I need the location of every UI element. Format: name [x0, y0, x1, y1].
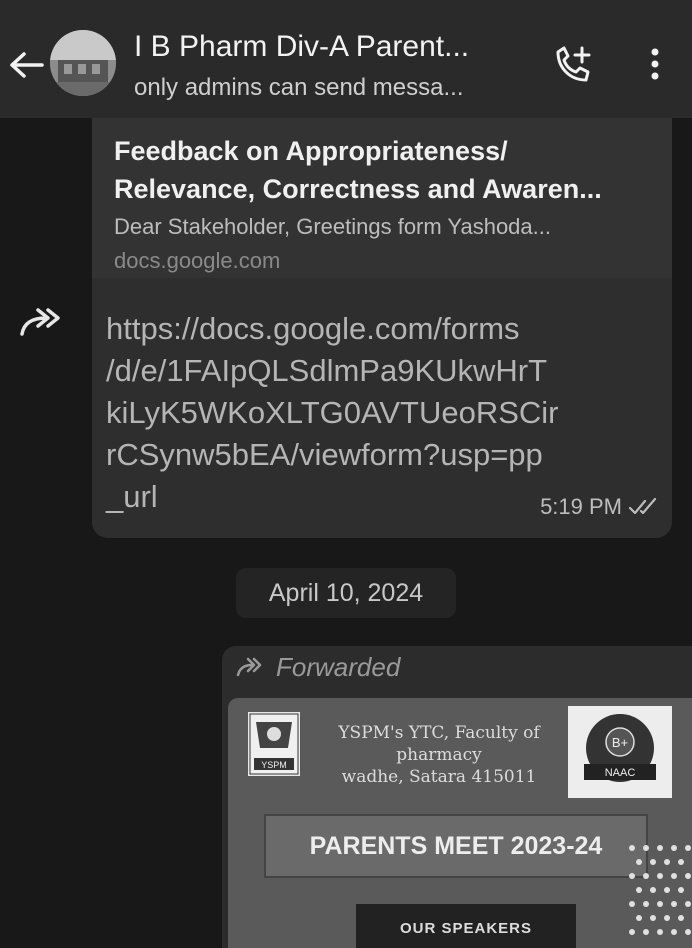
group-avatar[interactable] — [50, 30, 116, 96]
preview-title: Feedback on Appropriateness/ Relevance, … — [114, 132, 664, 208]
flyer-org-line: YSPM's YTC, Faculty of — [338, 723, 540, 743]
arrow-left-icon[interactable] — [8, 50, 44, 80]
chat-title[interactable]: I B Pharm Div-A Parent... — [134, 30, 469, 64]
preview-description: Dear Stakeholder, Greetings form Yashoda… — [114, 214, 551, 239]
forwarded-icon — [236, 657, 262, 676]
message-link[interactable]: https://docs.google.com/forms /d/e/1FAIp… — [106, 308, 626, 518]
message-bubble[interactable]: Feedback on Appropriateness/ Relevance, … — [92, 118, 672, 538]
flyer-org-line: pharmacy — [396, 745, 482, 765]
more-vert-icon[interactable] — [640, 44, 670, 84]
double-check-icon — [628, 497, 657, 515]
flyer-speakers-banner: OUR SPEAKERS — [356, 904, 576, 948]
yspm-logo-icon: YSPM — [248, 712, 300, 776]
link-line: kiLyK5WKoXLTG0AVTUeoRSCir — [106, 395, 559, 430]
chat-area: Feedback on Appropriateness/ Relevance, … — [0, 118, 692, 948]
flyer-org-line: wadhe, Satara 415011 — [341, 767, 537, 787]
naac-label: NAAC — [605, 767, 636, 779]
forward-icon[interactable] — [16, 304, 64, 344]
preview-title-line: Feedback on Appropriateness/ — [114, 136, 508, 166]
link-preview[interactable]: Feedback on Appropriateness/ Relevance, … — [92, 118, 672, 278]
date-separator: April 10, 2024 — [236, 568, 456, 618]
flyer-organization: YSPM's YTC, Faculty of pharmacy wadhe, S… — [314, 722, 564, 788]
naac-badge-icon: B+ NAAC — [568, 706, 672, 798]
yspm-logo-text: YSPM — [261, 760, 287, 770]
preview-title-line: Relevance, Correctness and Awaren... — [114, 174, 602, 204]
link-line: rCSynw5bEA/viewform?usp=pp — [106, 437, 543, 472]
flyer-headline: PARENTS MEET 2023-24 — [264, 814, 648, 878]
forwarded-label: Forwarded — [236, 652, 400, 683]
link-line: /d/e/1FAIpQLSdlmPa9KUkwHrT — [106, 353, 548, 388]
forwarded-image-bubble[interactable]: Forwarded YSPM YSPM's YTC, Faculty of ph… — [222, 646, 692, 948]
link-line: https://docs.google.com/forms — [106, 311, 520, 346]
message-meta: 5:19 PM — [540, 494, 658, 520]
flyer-image[interactable]: YSPM YSPM's YTC, Faculty of pharmacy wad… — [228, 698, 692, 948]
add-call-icon[interactable] — [552, 44, 594, 84]
message-time: 5:19 PM — [540, 494, 622, 519]
decorative-dots-icon — [629, 845, 691, 935]
forwarded-text: Forwarded — [276, 652, 401, 682]
chat-subtitle[interactable]: only admins can send messa... — [134, 74, 464, 102]
preview-domain: docs.google.com — [114, 248, 281, 273]
chat-header: I B Pharm Div-A Parent... only admins ca… — [0, 0, 692, 118]
naac-grade: B+ — [612, 735, 628, 750]
